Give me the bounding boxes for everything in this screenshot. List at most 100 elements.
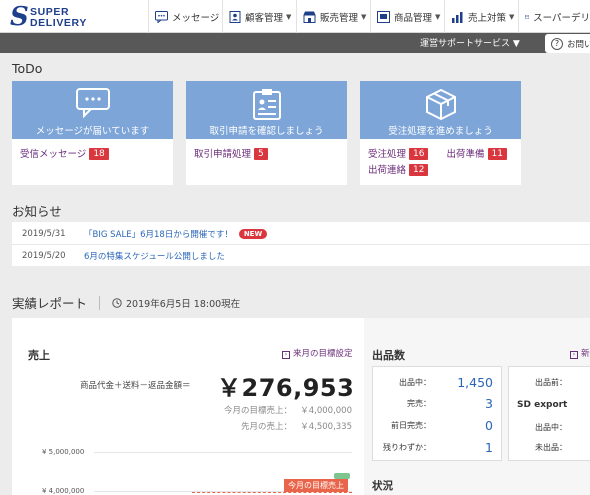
news-link[interactable]: 6月の特集スケジュール公開しました — [84, 250, 225, 262]
goal-label: 今月の目標売上： — [223, 406, 292, 416]
nav-customers[interactable]: 顧客管理 ▼ — [222, 0, 294, 33]
stat-label: 完売： — [407, 398, 431, 408]
report-timestamp: 2019年6月5日 18:00現在 — [112, 296, 240, 310]
stat-label: 出品中： — [535, 422, 567, 432]
prev-label: 先月の売上： — [240, 422, 292, 432]
news-title: お知らせ — [12, 204, 62, 219]
nav-messages-label: メッセージ — [172, 12, 220, 24]
status-title: 状況 — [372, 480, 393, 492]
nav-sales-label: 販売管理 — [320, 12, 359, 24]
news-date: 2019/5/20 — [22, 251, 66, 261]
stat-value[interactable]: 3 — [431, 396, 493, 411]
shipping-prep-link[interactable]: 出荷準備 — [447, 149, 485, 160]
stat-row: 出品中： 1,450 — [373, 372, 493, 392]
card-header: メッセージが届いています — [12, 81, 173, 139]
new-exhibit-link[interactable]: ›新規 — [570, 347, 590, 359]
stat-label: 未出品： — [535, 442, 567, 452]
trade-request-link[interactable]: 取引申請処理 — [194, 149, 251, 160]
exhibits-title: 出品数 — [372, 349, 405, 362]
arrow-right-icon: › — [282, 351, 290, 359]
divider — [12, 244, 590, 245]
card-title: 受注処理を進めましょう — [388, 126, 493, 137]
stat-row: 出品中： — [509, 417, 567, 437]
logo-mark: S — [10, 2, 29, 32]
shop-icon — [303, 11, 316, 23]
nav-products-label: 商品管理 — [394, 12, 433, 24]
shipping-notice-link[interactable]: 出荷連絡 — [368, 165, 406, 176]
nav-superdeli[interactable]: スーパーデリ — [518, 0, 590, 33]
received-messages-link[interactable]: 受信メッセージ — [20, 149, 86, 160]
count-badge: 16 — [409, 148, 429, 160]
nav-superdeli-label: スーパーデリ — [533, 12, 590, 24]
chevron-down-icon: ▼ — [509, 12, 515, 21]
nav-customers-label: 顧客管理 — [245, 12, 284, 24]
stat-label: 残りわずか： — [383, 442, 431, 452]
todo-title: ToDo — [12, 61, 43, 76]
bar-chart-icon — [452, 11, 463, 23]
stat-row: 残りわずか： 1 — [373, 437, 493, 457]
clock-icon — [112, 297, 122, 308]
arrow-right-icon: › — [570, 351, 578, 359]
axis-tick-label: ¥ 5,000,000 — [42, 448, 85, 456]
help-label: お問い — [567, 39, 590, 50]
prev-value: ￥4,500,335 — [300, 422, 352, 432]
stat-row: 出品前： — [509, 372, 567, 392]
stat-value[interactable]: 1 — [431, 440, 493, 455]
card-body: 取引申請処理 5 — [186, 139, 347, 163]
report-panel: 売上 › 来月の目標設定 商品代金＋送料－返品金額＝ ￥276,953 今月の目標… — [12, 318, 590, 495]
question-icon: ? — [551, 37, 563, 50]
nav-messages[interactable]: メッセージ — [148, 0, 220, 33]
target-tag: 今月の目標売上 — [284, 479, 348, 492]
stat-label: 前日完売： — [391, 420, 431, 430]
chevron-down-icon: ▼ — [286, 12, 292, 21]
package-icon — [425, 88, 456, 120]
new-exhibit-label: 新規 — [581, 349, 590, 359]
stat-value[interactable]: 1,450 — [431, 375, 493, 390]
target-line — [192, 492, 352, 493]
nav-sales[interactable]: 販売管理 ▼ — [296, 0, 368, 33]
nav-promotion[interactable]: 売上対策 ▼ — [444, 0, 516, 33]
divider — [99, 295, 101, 310]
count-badge: 11 — [487, 148, 507, 160]
stat-value[interactable]: 0 — [431, 418, 493, 433]
report-title: 実績レポート — [12, 296, 88, 311]
card-body: 受信メッセージ 18 — [12, 139, 173, 163]
next-month-goal-link[interactable]: › 来月の目標設定 — [282, 347, 353, 359]
chevron-down-icon: ▼ — [361, 12, 367, 21]
super-delivery-logo[interactable]: S SUPER DELIVERY — [10, 4, 140, 30]
exhibit-stats: 出品中： 1,450 完売： 3 前日完売： 0 残りわずか： 1 — [372, 366, 502, 461]
previous-month-sales: 先月の売上： ￥4,500,335 — [202, 420, 352, 432]
card-title: 取引申請を確認しましょう — [209, 126, 324, 137]
nav-products[interactable]: 商品管理 ▼ — [370, 0, 442, 33]
todo-card-orders[interactable]: 受注処理を進めましょう 受注処理 16 出荷準備 11 出荷連絡 12 — [360, 81, 521, 185]
card-header: 取引申請を確認しましょう — [186, 81, 347, 139]
card-body: 受注処理 16 出荷準備 11 出荷連絡 12 — [360, 139, 521, 179]
stat-row: 前日完売： 0 — [373, 415, 493, 435]
chat-bubble-icon — [75, 88, 110, 118]
news-link[interactable]: 「BIG SALE」6月18日から開催です！ — [84, 228, 233, 240]
monthly-goal: 今月の目標売上： ￥4,000,000 — [202, 404, 352, 416]
next-goal-label: 来月の目標設定 — [293, 349, 353, 359]
top-nav: S SUPER DELIVERY メッセージ 顧客管理 ▼ 販売管理 ▼ 商品管理 ▼… — [0, 0, 590, 33]
news-item: 2019/5/31 「BIG SALE」6月18日から開催です！ NEW — [22, 224, 268, 244]
new-badge: NEW — [238, 229, 268, 239]
stat-label: 出品前： — [535, 377, 567, 387]
sales-formula: 商品代金＋送料－返品金額＝ — [80, 381, 191, 391]
support-services-menu[interactable]: 運営サポートサービス ▼ — [420, 36, 520, 49]
news-date: 2019/5/31 — [22, 229, 66, 239]
goal-value: ￥4,000,000 — [300, 406, 352, 416]
news-list: 2019/5/31 「BIG SALE」6月18日から開催です！ NEW 201… — [12, 222, 590, 266]
help-button[interactable]: ? お問い — [545, 34, 590, 53]
chat-icon — [155, 10, 168, 23]
sd-export-label: SD export — [517, 400, 568, 410]
count-badge: 5 — [254, 148, 268, 160]
todo-card-messages[interactable]: メッセージが届いています 受信メッセージ 18 — [12, 81, 173, 185]
card-title: メッセージが届いています — [35, 126, 150, 137]
order-processing-link[interactable]: 受注処理 — [368, 149, 406, 160]
count-badge: 18 — [89, 148, 109, 160]
todo-card-requests[interactable]: 取引申請を確認しましょう 取引申請処理 5 — [186, 81, 347, 185]
nav-promotion-label: 売上対策 — [468, 12, 507, 24]
timestamp-text: 2019年6月5日 18:00現在 — [126, 298, 241, 310]
product-box-icon — [377, 10, 390, 23]
sub-bar: 運営サポートサービス ▼ — [0, 33, 590, 53]
